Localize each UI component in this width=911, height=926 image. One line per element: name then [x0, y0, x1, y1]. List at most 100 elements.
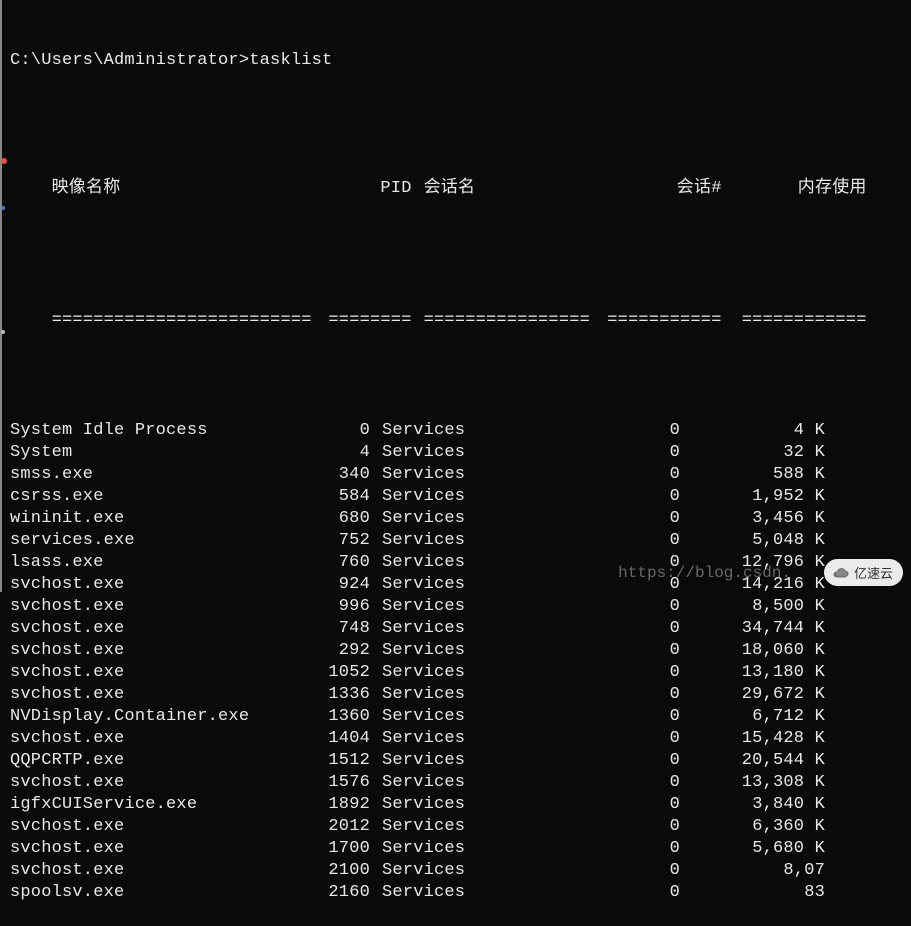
- process-session-number: 0: [548, 530, 680, 552]
- process-pid: 680: [280, 508, 370, 530]
- process-session-number: 0: [548, 552, 680, 574]
- process-pid: 2012: [280, 816, 370, 838]
- process-pid: 584: [280, 486, 370, 508]
- process-memory: 20,544 K: [680, 750, 825, 772]
- process-session: Services: [370, 750, 548, 772]
- process-name: smss.exe: [10, 464, 280, 486]
- process-row: svchost.exe748Services034,744 K: [10, 618, 911, 640]
- process-row: wininit.exe680Services03,456 K: [10, 508, 911, 530]
- process-session-number: 0: [548, 750, 680, 772]
- edge-decoration-icon: [1, 330, 5, 334]
- process-session: Services: [370, 794, 548, 816]
- process-session-number: 0: [548, 596, 680, 618]
- terminal-output: C:\Users\Administrator>tasklist 映像名称PID会…: [2, 0, 911, 926]
- process-session-number: 0: [548, 706, 680, 728]
- process-memory: 5,048 K: [680, 530, 825, 552]
- process-memory: 5,680 K: [680, 838, 825, 860]
- process-pid: 2160: [280, 882, 370, 904]
- process-name: svchost.exe: [10, 838, 280, 860]
- process-row: svchost.exe2012Services06,360 K: [10, 816, 911, 838]
- process-pid: 1360: [280, 706, 370, 728]
- header-divider: ========================================…: [10, 288, 911, 354]
- process-session: Services: [370, 508, 548, 530]
- process-session-number: 0: [548, 640, 680, 662]
- process-session-number: 0: [548, 420, 680, 442]
- process-row: lsass.exe760Services012,796 K: [10, 552, 911, 574]
- process-pid: 1052: [280, 662, 370, 684]
- process-session: Services: [370, 882, 548, 904]
- process-row: svchost.exe924Services014,216 K: [10, 574, 911, 596]
- process-memory: 18,060 K: [680, 640, 825, 662]
- process-session: Services: [370, 464, 548, 486]
- process-name: svchost.exe: [10, 684, 280, 706]
- process-name: lsass.exe: [10, 552, 280, 574]
- process-session-number: 0: [548, 728, 680, 750]
- header-session: 会话名: [412, 178, 590, 200]
- process-memory: 4 K: [680, 420, 825, 442]
- process-memory: 29,672 K: [680, 684, 825, 706]
- process-name: QQPCRTP.exe: [10, 750, 280, 772]
- process-row: svchost.exe1576Services013,308 K: [10, 772, 911, 794]
- process-name: NVDisplay.Container.exe: [10, 706, 280, 728]
- process-row: svchost.exe292Services018,060 K: [10, 640, 911, 662]
- process-session: Services: [370, 640, 548, 662]
- process-row: svchost.exe1700Services05,680 K: [10, 838, 911, 860]
- process-pid: 4: [280, 442, 370, 464]
- process-pid: 1404: [280, 728, 370, 750]
- process-memory: 8,500 K: [680, 596, 825, 618]
- process-memory: 13,308 K: [680, 772, 825, 794]
- process-session: Services: [370, 486, 548, 508]
- process-memory: 14,216 K: [680, 574, 825, 596]
- process-memory: 588 K: [680, 464, 825, 486]
- process-name: svchost.exe: [10, 772, 280, 794]
- command-prompt: C:\Users\Administrator>tasklist: [10, 50, 911, 72]
- process-session-number: 0: [548, 838, 680, 860]
- process-pid: 748: [280, 618, 370, 640]
- process-row: svchost.exe2100Services08,07: [10, 860, 911, 882]
- process-name: wininit.exe: [10, 508, 280, 530]
- process-name: svchost.exe: [10, 640, 280, 662]
- process-session-number: 0: [548, 772, 680, 794]
- header-pid: PID: [322, 178, 412, 200]
- process-row: QQPCRTP.exe1512Services020,544 K: [10, 750, 911, 772]
- process-row: igfxCUIService.exe1892Services03,840 K: [10, 794, 911, 816]
- edge-decoration-icon: [1, 158, 7, 164]
- edge-decoration-icon: [1, 206, 5, 210]
- process-session: Services: [370, 552, 548, 574]
- process-session: Services: [370, 596, 548, 618]
- header-session-number: 会话#: [590, 178, 722, 200]
- process-pid: 1336: [280, 684, 370, 706]
- process-memory: 32 K: [680, 442, 825, 464]
- process-session-number: 0: [548, 816, 680, 838]
- process-name: System Idle Process: [10, 420, 280, 442]
- process-name: svchost.exe: [10, 618, 280, 640]
- process-memory: 13,180 K: [680, 662, 825, 684]
- process-session: Services: [370, 816, 548, 838]
- process-session-number: 0: [548, 794, 680, 816]
- process-name: svchost.exe: [10, 816, 280, 838]
- process-session: Services: [370, 706, 548, 728]
- process-session-number: 0: [548, 486, 680, 508]
- process-session-number: 0: [548, 574, 680, 596]
- process-session-number: 0: [548, 508, 680, 530]
- process-name: System: [10, 442, 280, 464]
- process-session: Services: [370, 772, 548, 794]
- process-row: svchost.exe1404Services015,428 K: [10, 728, 911, 750]
- process-list: System Idle Process0Services04 KSystem4S…: [10, 420, 911, 904]
- process-session: Services: [370, 442, 548, 464]
- process-session: Services: [370, 618, 548, 640]
- process-session: Services: [370, 728, 548, 750]
- process-memory: 12,796 K: [680, 552, 825, 574]
- process-pid: 2100: [280, 860, 370, 882]
- process-memory: 3,840 K: [680, 794, 825, 816]
- process-pid: 292: [280, 640, 370, 662]
- process-memory: 8,07: [680, 860, 825, 882]
- process-row: services.exe752Services05,048 K: [10, 530, 911, 552]
- process-memory: 6,360 K: [680, 816, 825, 838]
- process-session-number: 0: [548, 618, 680, 640]
- process-session: Services: [370, 860, 548, 882]
- process-memory: 15,428 K: [680, 728, 825, 750]
- process-session-number: 0: [548, 860, 680, 882]
- process-pid: 924: [280, 574, 370, 596]
- process-name: svchost.exe: [10, 728, 280, 750]
